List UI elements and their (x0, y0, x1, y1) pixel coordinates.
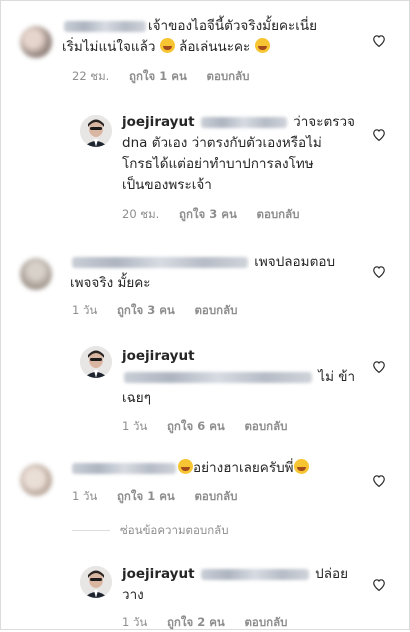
heart-outline-icon[interactable] (372, 265, 386, 278)
comment-meta: 20 ชม. ถูกใจ 3 คน ตอบกลับ (122, 206, 316, 224)
comment-meta: 1 วัน ถูกใจ 1 คน ตอบกลับ (72, 488, 253, 506)
hide-replies-button[interactable]: ซ่อนข้อความตอบกลับ (120, 522, 229, 540)
blurred-mention (200, 116, 287, 128)
comment-text: joejirayut ว่าจะตรวจ dna ตัวเอง ว่าตรงกั… (122, 114, 355, 193)
comment-text: อย่างฮาเลยครับพี่ (70, 458, 370, 479)
comment-time: 1 วัน (122, 615, 148, 629)
comment-time: 1 วัน (122, 419, 148, 433)
face-savoring-food-emoji (159, 38, 175, 53)
likes-count[interactable]: ถูกใจ 3 คน (179, 207, 237, 221)
likes-count[interactable]: ถูกใจ 1 คน (129, 69, 187, 83)
rolling-on-floor-laughing-emoji (254, 38, 270, 53)
username-link[interactable]: joejirayut (122, 348, 195, 364)
likes-count[interactable]: ถูกใจ 3 คน (117, 303, 175, 317)
likes-count[interactable]: ถูกใจ 2 คน (167, 615, 225, 629)
blurred-username (64, 20, 146, 32)
likes-count[interactable]: ถูกใจ 1 คน (117, 489, 175, 503)
blurred-username (72, 462, 176, 474)
hide-replies-divider (72, 530, 110, 531)
comment-time: 1 วัน (72, 489, 98, 503)
comment-text: เพจปลอมตอบ เพจจริง มั้ยคะ (70, 254, 336, 291)
comment-time: 20 ชม. (122, 207, 160, 221)
comment-meta: 1 วัน ถูกใจ 6 คน ตอบกลับ (122, 418, 303, 436)
comment-meta: 22 ชม. ถูกใจ 1 คน ตอบกลับ (72, 68, 266, 86)
likes-count[interactable]: ถูกใจ 6 คน (167, 419, 225, 433)
reply-button[interactable]: ตอบกลับ (257, 207, 300, 221)
username-link[interactable]: joejirayut (122, 114, 195, 130)
reply-button[interactable]: ตอบกลับ (244, 419, 287, 433)
comment-meta: 1 วัน ถูกใจ 2 คน ตอบกลับ (122, 614, 303, 632)
comment-text: joejirayut ไม่ ข้า เฉยๆ (122, 348, 356, 406)
heart-outline-icon[interactable] (372, 474, 386, 487)
reply-button[interactable]: ตอบกลับ (194, 303, 237, 317)
username-link[interactable]: joejirayut (122, 566, 195, 582)
avatar[interactable] (80, 566, 112, 598)
avatar[interactable] (20, 258, 52, 290)
reply-button[interactable]: ตอบกลับ (244, 615, 287, 629)
comment-meta: 1 วัน ถูกใจ 3 คน ตอบกลับ (72, 302, 253, 320)
blurred-mention (200, 568, 309, 580)
comment-time: 22 ชม. (72, 69, 110, 83)
avatar[interactable] (20, 464, 52, 496)
rolling-on-floor-laughing-emoji (178, 459, 193, 474)
avatar[interactable] (80, 115, 112, 147)
blurred-username (72, 256, 248, 268)
avatar[interactable] (80, 346, 112, 378)
avatar[interactable] (20, 26, 52, 58)
comment-text: เจ้าของไอจีนี้ตัวจริงมั้ยคะเนี่ย เริ่มไม… (62, 18, 318, 55)
heart-outline-icon[interactable] (372, 578, 386, 591)
comment-time: 1 วัน (72, 303, 98, 317)
heart-outline-icon[interactable] (372, 34, 386, 47)
reply-button[interactable]: ตอบกลับ (194, 489, 237, 503)
blurred-mention (124, 371, 312, 383)
rolling-on-floor-laughing-emoji (293, 459, 309, 474)
heart-outline-icon[interactable] (372, 360, 386, 373)
reply-button[interactable]: ตอบกลับ (207, 69, 250, 83)
heart-outline-icon[interactable] (372, 128, 386, 141)
comment-text: joejirayut ปล่อย วาง (122, 566, 348, 603)
